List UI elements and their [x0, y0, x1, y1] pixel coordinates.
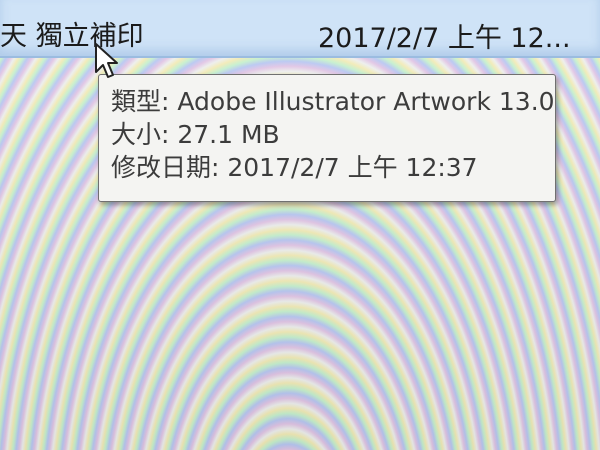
tooltip-modified: 修改日期: 2017/2/7 上午 12:37 — [111, 153, 478, 182]
file-info-tooltip: 類型: Adobe Illustrator Artwork 13.0 大小: 2… — [98, 74, 556, 202]
explorer-screen: 天 獨立補印 2017/2/7 上午 12... 類型: Adobe Illus… — [0, 0, 600, 450]
tooltip-type: 類型: Adobe Illustrator Artwork 13.0 — [111, 87, 555, 116]
tooltip-size: 大小: 27.1 MB — [111, 120, 280, 149]
file-modified-date: 2017/2/7 上午 12... — [318, 23, 571, 54]
arrow-cursor-icon — [95, 43, 118, 78]
file-name[interactable]: 天 獨立補印 — [0, 14, 144, 53]
file-list-row[interactable]: 天 獨立補印 2017/2/7 上午 12... — [0, 0, 600, 58]
